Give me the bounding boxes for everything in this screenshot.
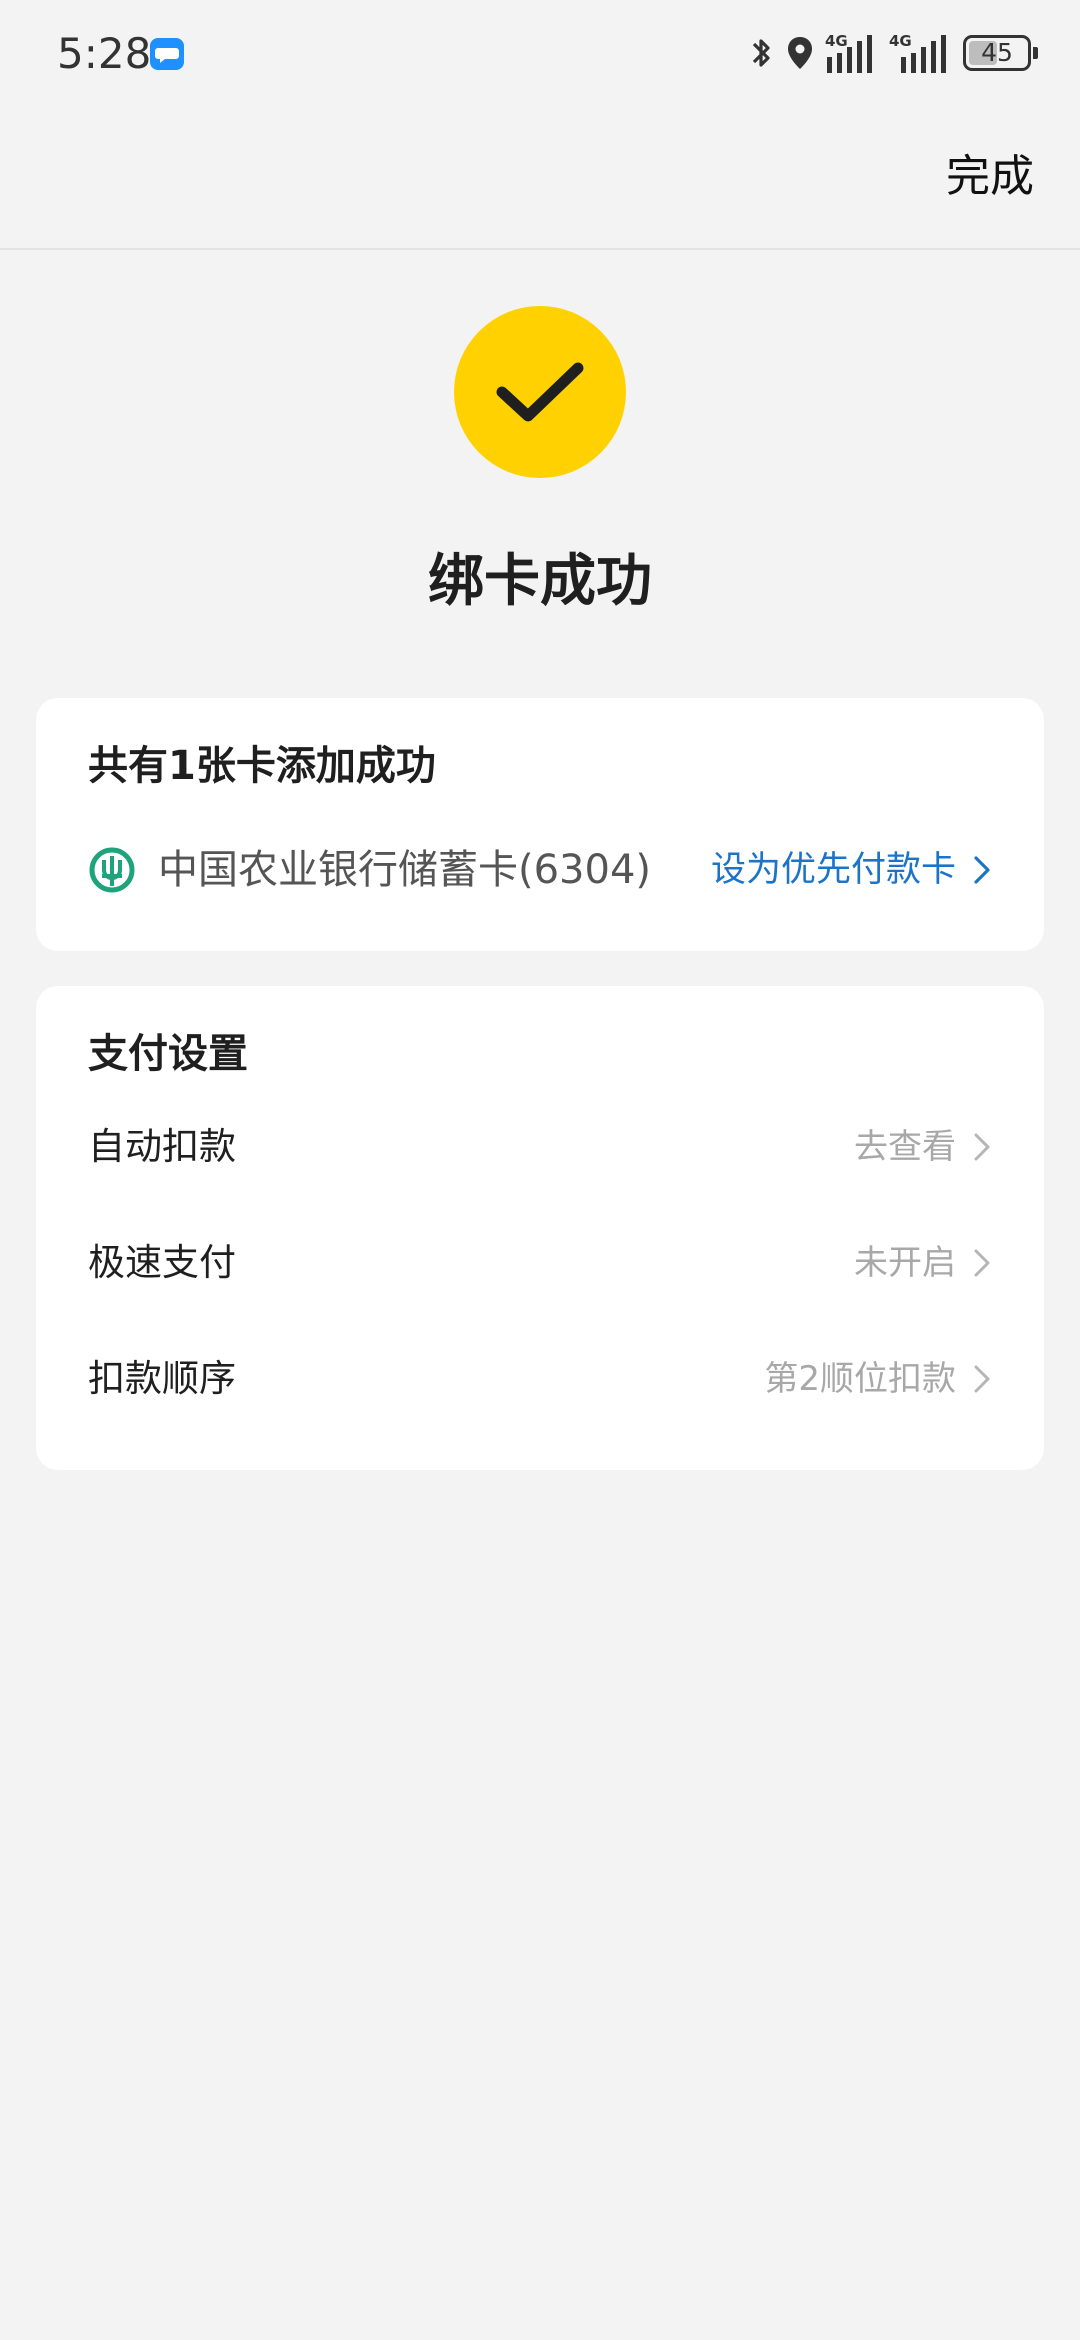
signal-strength-1: 4G — [825, 33, 879, 73]
bank-card-row: 中国农业银行储蓄卡(6304) 设为优先付款卡 — [88, 840, 994, 900]
nav-header: 完成 — [0, 110, 1080, 250]
setting-value: 去查看 — [854, 1127, 956, 1167]
payment-settings-panel: 支付设置 自动扣款 去查看 极速支付 未开启 扣款顺序 第2顺位扣款 — [36, 986, 1044, 1470]
setting-label: 扣款顺序 — [88, 1357, 236, 1400]
status-bar: 5:28 4G 4G 45 — [0, 0, 1080, 110]
chevron-right-icon — [974, 1365, 990, 1393]
bank-card-name: 中国农业银行储蓄卡(6304) — [158, 847, 652, 893]
setting-label: 极速支付 — [88, 1241, 236, 1284]
chevron-right-icon — [974, 1133, 990, 1161]
added-cards-title: 共有1张卡添加成功 — [88, 743, 436, 789]
setting-label: 自动扣款 — [88, 1125, 236, 1168]
added-cards-panel: 共有1张卡添加成功 中国农业银行储蓄卡(6304) 设为优先付款卡 — [36, 698, 1044, 951]
checkmark-icon — [496, 362, 584, 422]
abc-bank-logo-icon — [89, 847, 135, 893]
status-time: 5:28 — [57, 29, 152, 78]
network-type-1: 4G — [825, 32, 848, 50]
network-type-2: 4G — [889, 32, 912, 50]
location-icon — [788, 37, 812, 69]
message-icon — [150, 38, 184, 70]
set-preferred-card-label: 设为优先付款卡 — [710, 850, 956, 890]
setting-fast-pay[interactable]: 极速支付 未开启 — [88, 1228, 994, 1298]
chevron-right-icon — [974, 1249, 990, 1277]
setting-value: 第2顺位扣款 — [764, 1359, 956, 1399]
chevron-right-icon — [974, 856, 990, 884]
payment-settings-title: 支付设置 — [88, 1031, 248, 1077]
battery-level: 45 — [981, 38, 1013, 67]
signal-strength-2: 4G — [889, 33, 953, 73]
bluetooth-icon — [752, 39, 770, 67]
setting-auto-debit[interactable]: 自动扣款 去查看 — [88, 1112, 994, 1182]
result-title: 绑卡成功 — [428, 549, 652, 614]
set-preferred-card-link[interactable]: 设为优先付款卡 — [711, 845, 994, 895]
success-badge — [454, 306, 626, 478]
status-icons: 4G 4G 45 — [749, 30, 1038, 76]
setting-debit-order[interactable]: 扣款顺序 第2顺位扣款 — [88, 1344, 994, 1414]
done-button[interactable]: 完成 — [946, 146, 1034, 208]
battery-icon: 45 — [963, 35, 1031, 71]
setting-value: 未开启 — [854, 1243, 956, 1283]
